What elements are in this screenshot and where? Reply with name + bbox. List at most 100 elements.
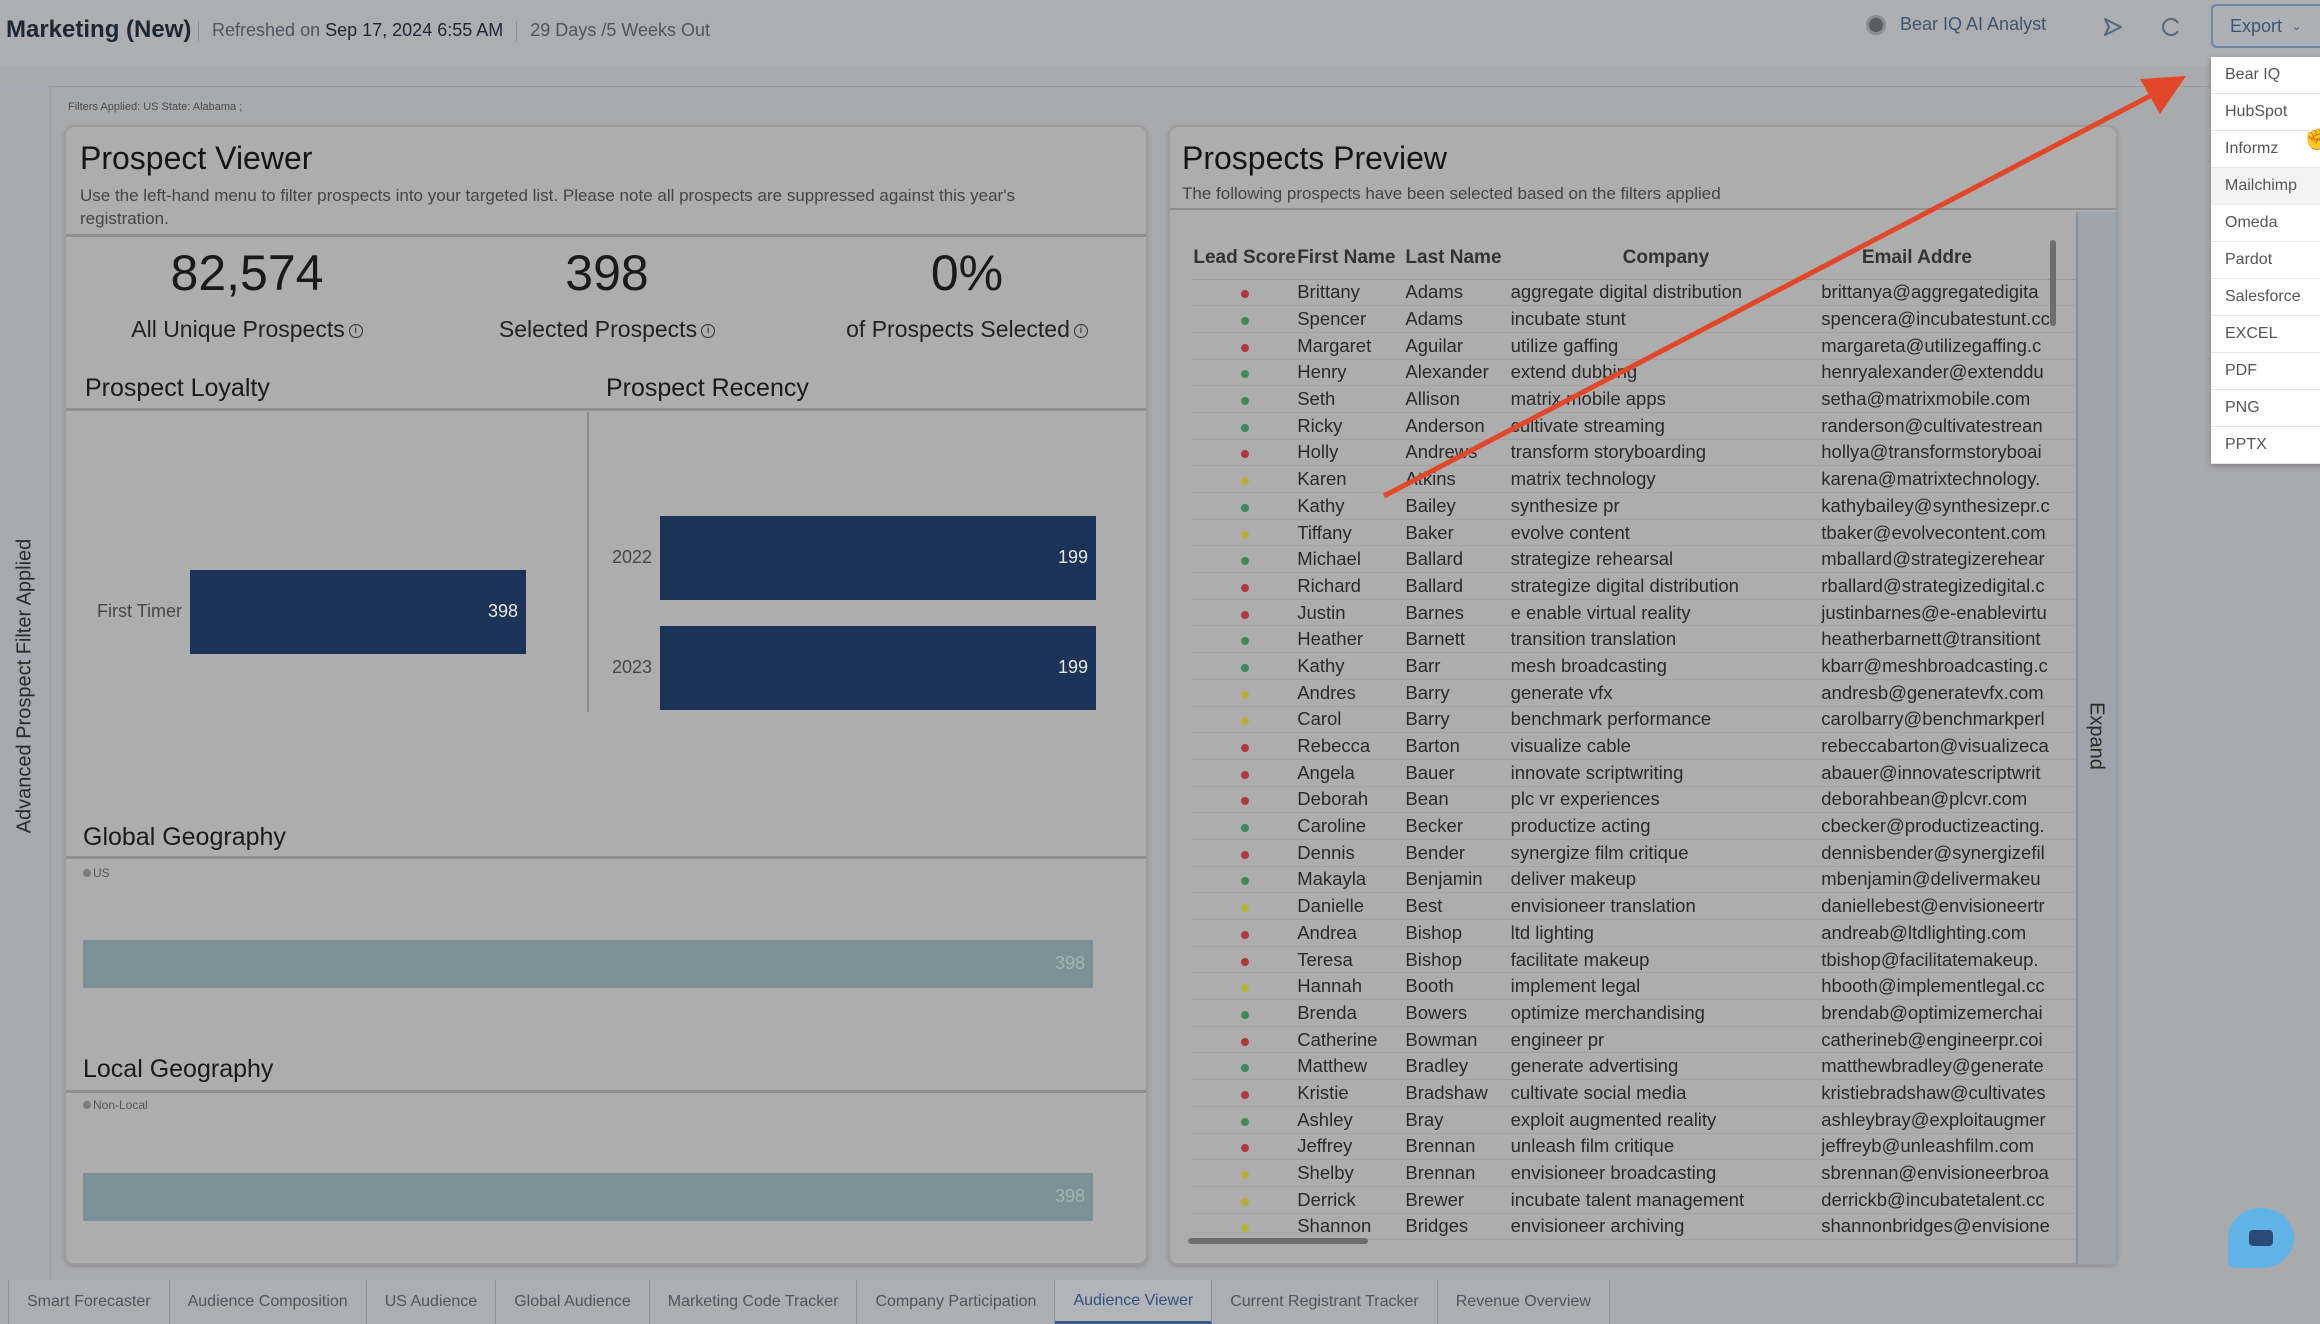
lead-score-cell: [1192, 439, 1298, 467]
tab-global-audience[interactable]: Global Audience: [496, 1280, 650, 1324]
lead-score-cell: [1192, 972, 1298, 1001]
table-row[interactable]: Angela Bauer innovate scriptwriting abauer@…: [1192, 759, 2078, 787]
column-header-first-name[interactable]: First Name: [1297, 237, 1406, 280]
export-option-salesforce[interactable]: Salesforce: [2211, 279, 2320, 316]
table-row[interactable]: Heather Barnett transition translation heat…: [1192, 625, 2078, 654]
tab-revenue-overview[interactable]: Revenue Overview: [1437, 1280, 1610, 1324]
bar-2022[interactable]: [660, 516, 1096, 600]
export-option-pdf[interactable]: PDF: [2211, 353, 2320, 390]
last-name-cell: Ballard: [1405, 572, 1511, 600]
lead-score-yellow-icon: [1240, 477, 1249, 486]
kpi-all-unique-prospects: 82,574 All Unique Prospects i: [77, 244, 417, 343]
chat-button[interactable]: [2228, 1208, 2294, 1268]
table-row[interactable]: Matthew Bradley generate advertising matthe…: [1192, 1052, 2078, 1081]
email-cell: mbenjamin@delivermakeu: [1821, 866, 2078, 894]
column-header-email[interactable]: Email Addre: [1821, 237, 2078, 280]
table-row[interactable]: Hannah Booth implement legal hbooth@impleme…: [1192, 972, 2078, 1001]
horizontal-scrollbar[interactable]: [1188, 1238, 1368, 1244]
info-icon[interactable]: i: [348, 323, 363, 338]
table-row[interactable]: Ashley Bray exploit augmented reality ashle…: [1192, 1106, 2078, 1134]
last-name-cell: Bean: [1405, 786, 1511, 814]
info-icon[interactable]: i: [1073, 323, 1088, 338]
export-option-png[interactable]: PNG: [2211, 390, 2320, 427]
table-row[interactable]: Brenda Bowers optimize merchandising brenda…: [1192, 999, 2078, 1027]
column-header-company[interactable]: Company: [1510, 237, 1822, 280]
export-option-mailchimp[interactable]: Mailchimp: [2211, 168, 2320, 205]
table-row[interactable]: Kathy Bailey synthesize pr kathybailey@synt…: [1192, 492, 2078, 520]
export-option-bear-iq[interactable]: Bear IQ: [2211, 57, 2320, 94]
table-row[interactable]: Justin Barnes e enable virtual reality just…: [1192, 599, 2078, 627]
refresh-icon[interactable]: [2154, 10, 2188, 44]
table-row[interactable]: Kathy Barr mesh broadcasting kbarr@meshbroa…: [1192, 652, 2078, 680]
table-row[interactable]: Makayla Benjamin deliver makeup mbenjamin@d…: [1192, 866, 2078, 894]
table-row[interactable]: Dennis Bender synergize film critique denni…: [1192, 839, 2078, 867]
prospects-table-container: Lead Score First Name Last Name Company …: [1168, 212, 2078, 1262]
expand-label[interactable]: Expand: [2085, 702, 2108, 770]
column-header-lead-score[interactable]: Lead Score: [1192, 237, 1298, 280]
send-icon[interactable]: [2096, 10, 2130, 44]
tab-company-participation[interactable]: Company Participation: [857, 1280, 1056, 1324]
info-icon[interactable]: i: [701, 323, 716, 338]
last-name-cell: Bailey: [1405, 492, 1511, 520]
company-cell: transform storyboarding: [1510, 439, 1822, 467]
table-row[interactable]: Seth Allison matrix mobile apps setha@matri…: [1192, 385, 2078, 413]
table-row[interactable]: Holly Andrews transform storyboarding holly…: [1192, 439, 2078, 467]
table-row[interactable]: Rebecca Barton visualize cable rebeccabarto…: [1192, 732, 2078, 760]
tab-audience-viewer[interactable]: Audience Viewer: [1055, 1280, 1213, 1324]
tab-us-audience[interactable]: US Audience: [366, 1280, 497, 1324]
bar-2023[interactable]: [660, 626, 1096, 710]
bar-us[interactable]: [83, 940, 1093, 988]
table-row[interactable]: Caroline Becker productize acting cbecker@p…: [1192, 812, 2078, 840]
table-row[interactable]: Brittany Adams aggregate digital distribut…: [1192, 279, 2078, 307]
table-row[interactable]: Margaret Aguilar utilize gaffing margareta@…: [1192, 332, 2078, 360]
table-row[interactable]: Andrea Bishop ltd lighting andreab@ltdlight…: [1192, 919, 2078, 947]
table-row[interactable]: Michael Ballard strategize rehearsal mballa…: [1192, 545, 2078, 574]
last-name-cell: Bray: [1405, 1106, 1511, 1134]
email-cell: karena@matrixtechnology.: [1821, 465, 2078, 493]
bar-value-label: 398: [1054, 953, 1085, 973]
table-row[interactable]: Catherine Bowman engineer pr catherineb@eng…: [1192, 1026, 2078, 1054]
table-row[interactable]: Kristie Bradshaw cultivate social media kri…: [1192, 1079, 2078, 1107]
first-name-cell: Angela: [1297, 759, 1406, 787]
export-option-excel[interactable]: EXCEL: [2211, 316, 2320, 353]
table-row[interactable]: Jeffrey Brennan unleash film critique jeffr…: [1192, 1133, 2078, 1161]
table-row[interactable]: Danielle Best envisioneer translation danie…: [1192, 892, 2078, 920]
table-row[interactable]: Karen Atkins matrix technology karena@matri…: [1192, 465, 2078, 493]
table-row[interactable]: Tiffany Baker evolve content tbaker@evolvec…: [1192, 519, 2078, 547]
bar-non-local[interactable]: [83, 1173, 1093, 1221]
first-name-cell: Hannah: [1297, 972, 1406, 1001]
export-option-pptx[interactable]: PPTX: [2211, 427, 2320, 464]
table-row[interactable]: Andres Barry generate vfx andresb@generatev…: [1192, 679, 2078, 707]
table-row[interactable]: Ricky Anderson cultivate streaming randerso…: [1192, 412, 2078, 440]
table-row[interactable]: Shelby Brennan envisioneer broadcasting sbr…: [1192, 1159, 2078, 1187]
email-cell: derrickb@incubatetalent.cc: [1821, 1186, 2078, 1214]
column-header-last-name[interactable]: Last Name: [1405, 237, 1511, 280]
table-row[interactable]: Carol Barry benchmark performance carolbarr…: [1192, 706, 2078, 734]
table-row[interactable]: Deborah Bean plc vr experiences deborahbean…: [1192, 786, 2078, 814]
export-button[interactable]: Export ⌄: [2211, 4, 2320, 48]
local-geography-title: Local Geography: [83, 1055, 274, 1083]
table-row[interactable]: Henry Alexander extend dubbing henryalexand…: [1192, 359, 2078, 387]
table-row[interactable]: Teresa Bishop facilitate makeup tbishop@fac…: [1192, 946, 2078, 974]
prospect-loyalty-title: Prospect Loyalty: [85, 374, 270, 402]
lead-score-yellow-icon: [1240, 530, 1249, 539]
export-option-pardot[interactable]: Pardot: [2211, 242, 2320, 279]
bar-first-timer[interactable]: [190, 570, 526, 654]
table-row[interactable]: Derrick Brewer incubate talent management d…: [1192, 1186, 2078, 1214]
tab-smart-forecaster[interactable]: Smart Forecaster: [8, 1280, 170, 1324]
first-name-cell: Tiffany: [1297, 519, 1406, 547]
export-option-omeda[interactable]: Omeda: [2211, 205, 2320, 242]
tab-current-registrant-tracker[interactable]: Current Registrant Tracker: [1212, 1280, 1438, 1324]
table-row[interactable]: Shannon Bridges envisioneer archiving shann…: [1192, 1213, 2078, 1241]
lead-score-green-icon: [1240, 503, 1249, 512]
sidebar-label[interactable]: Advanced Prospect Filter Applied: [14, 539, 37, 834]
table-row[interactable]: Spencer Adams incubate stunt spencera@incub…: [1192, 305, 2078, 333]
table-row[interactable]: Richard Ballard strategize digital distrib…: [1192, 572, 2078, 600]
first-name-cell: Carol: [1297, 706, 1406, 734]
bear-iq-ai-analyst-button[interactable]: Bear IQ AI Analyst: [1866, 14, 2046, 35]
lead-score-green-icon: [1240, 397, 1249, 406]
tab-audience-composition[interactable]: Audience Composition: [169, 1280, 367, 1324]
tab-marketing-code-tracker[interactable]: Marketing Code Tracker: [649, 1280, 858, 1324]
vertical-scrollbar[interactable]: [2050, 240, 2056, 326]
first-name-cell: Dennis: [1297, 839, 1406, 867]
